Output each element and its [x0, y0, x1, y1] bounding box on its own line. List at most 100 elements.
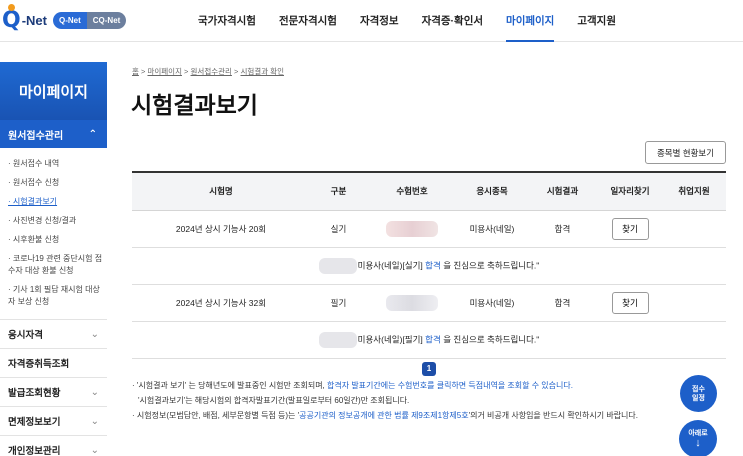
- note-2: '시험결과보기'는 해당시험의 합격자발표기간(발표일로부터 60일간)만 조회…: [138, 396, 410, 405]
- exam-number-redacted[interactable]: [386, 220, 438, 237]
- breadcrumb-home[interactable]: 홈: [132, 67, 139, 76]
- sidebar-item-application-apply[interactable]: · 원서접수 신청: [8, 177, 103, 189]
- congrats-text: 을 진심으로 축하드립니다.": [443, 333, 540, 344]
- employment-support-cell: [662, 284, 726, 322]
- job-search-button[interactable]: 찾기: [611, 291, 649, 314]
- sidebar-menu-personal-info[interactable]: 개인정보관리 ⌄: [0, 435, 107, 456]
- results-table: 시험명 구분 수험번호 응시종목 시험결과 일자리찾기 취업지원 2024년 상…: [132, 171, 726, 359]
- sidebar-menu-acquisition[interactable]: 자격증취득조회: [0, 348, 107, 377]
- sidebar-item-application-history[interactable]: · 원서접수 내역: [8, 158, 103, 170]
- nav-support[interactable]: 고객지원: [577, 0, 616, 42]
- nav-certificate[interactable]: 자격증·확인서: [422, 0, 483, 42]
- sidebar-item-retest-compensation[interactable]: · 기사 1회 필답 재시험 대상자 보상 신청: [8, 284, 103, 308]
- nav-qualification-info[interactable]: 자격정보: [360, 0, 399, 42]
- col-employment-support: 취업지원: [662, 172, 726, 211]
- page-title: 시험결과보기: [131, 92, 258, 118]
- col-exam-name: 시험명: [132, 172, 310, 211]
- note-1-highlight: 합격자 발표기간에는 수험번호를 클릭하면 득점내역을 조회할 수 있습니다.: [327, 381, 573, 390]
- breadcrumb-sep: >: [231, 67, 241, 76]
- congrats-text: 을 진심으로 축하드립니다.": [443, 259, 540, 270]
- arrow-down-icon: ↓: [695, 437, 701, 449]
- site-header: Q -Net Q-Net CQ-Net 국가자격시험 전문자격시험 자격정보 자…: [0, 0, 743, 42]
- note-3-text: · 시험정보(모범답안, 배점, 세부문항별 득점 등)는 ': [132, 411, 300, 420]
- nav-professional-exam[interactable]: 전문자격시험: [279, 0, 337, 42]
- breadcrumb-mypage[interactable]: 마이페이지: [147, 67, 182, 76]
- col-result: 시험결과: [527, 172, 598, 211]
- name-redacted: [318, 257, 357, 274]
- notes: · '시험결과 보기' 는 당해년도에 발표중인 시험만 조회되며, 합격자 발…: [132, 380, 712, 425]
- note-3-law: 공공기관의 정보공개에 관한 법률 제9조제1항제5호: [299, 411, 469, 420]
- table-header-row: 시험명 구분 수험번호 응시종목 시험결과 일자리찾기 취업지원: [132, 172, 726, 211]
- chevron-down-icon: ⌄: [90, 415, 99, 427]
- exam-name: 2024년 상시 기능사 20회: [132, 210, 310, 248]
- schedule-label-1: 접수: [692, 385, 705, 393]
- exam-number-cell: [367, 210, 457, 248]
- exam-schedule-button[interactable]: 접수 일정: [680, 375, 717, 412]
- chevron-down-icon: ⌄: [90, 386, 99, 398]
- cqnet-pill[interactable]: CQ-Net: [86, 11, 127, 29]
- exam-subject: 미용사(네일): [457, 210, 527, 248]
- congrats-subject: 미용사(네일)[필기]: [357, 333, 423, 344]
- sidebar-menu-label: 개인정보관리: [8, 446, 61, 456]
- exam-name: 2024년 상시 기능사 32회: [132, 284, 310, 322]
- logo-net-text: -Net: [21, 12, 47, 28]
- sidebar-menu-label: 응시자격: [8, 330, 43, 341]
- job-search-cell: 찾기: [598, 284, 662, 322]
- breadcrumb-result[interactable]: 시험결과 확인: [241, 67, 284, 76]
- sidebar-item-refund[interactable]: · 시후환불 신청: [8, 234, 103, 246]
- sidebar-item-covid-refund[interactable]: · 코로나19 관련 중단시험 접수자 대상 환불 신청: [8, 253, 103, 277]
- qnet-logo[interactable]: Q -Net Q-Net CQ-Net: [2, 3, 127, 34]
- note-3: · 시험정보(모범답안, 배점, 세부문항별 득점 등)는 '공공기관의 정보공…: [132, 410, 712, 422]
- sidebar-menu-label: 면제정보보기: [8, 417, 61, 428]
- congrats-message: 미용사(네일)[실기] 합격 을 진심으로 축하드립니다.": [132, 247, 726, 285]
- sidebar: 마이페이지 원서접수관리 ⌃ · 원서접수 내역 · 원서접수 신청 · 시험결…: [0, 62, 107, 456]
- pagination-page-1[interactable]: 1: [422, 362, 436, 376]
- table-row: 2024년 상시 기능사 32회 필기 미용사(네일) 합격 찾기: [132, 284, 726, 322]
- exam-number-cell: [367, 284, 457, 322]
- congrats-pass: 합격: [425, 259, 441, 270]
- sidebar-menu-label: 발급조회현황: [8, 388, 61, 399]
- employment-support-cell: [662, 210, 726, 248]
- sidebar-item-exam-results[interactable]: · 시험결과보기: [8, 196, 103, 208]
- col-exam-number: 수험번호: [367, 172, 457, 211]
- chevron-down-icon: ⌄: [90, 444, 99, 456]
- sidebar-menu-exemption[interactable]: 면제정보보기 ⌄: [0, 406, 107, 435]
- main-nav: 국가자격시험 전문자격시험 자격정보 자격증·확인서 마이페이지 고객지원: [198, 0, 639, 42]
- congrats-pass: 합격: [425, 333, 441, 344]
- sidebar-category-label: 원서접수관리: [8, 130, 64, 142]
- note-1-text: · '시험결과 보기' 는 당해년도에 발표중인 시험만 조회되며,: [132, 381, 328, 390]
- nav-national-exam[interactable]: 국가자격시험: [198, 0, 256, 42]
- exam-result: 합격: [527, 210, 598, 248]
- col-job-search: 일자리찾기: [598, 172, 662, 211]
- exam-number-redacted[interactable]: [386, 294, 438, 311]
- sidebar-submenu: · 원서접수 내역 · 원서접수 신청 · 시험결과보기 · 사진변경 신청/결…: [0, 148, 107, 319]
- logo-pill: Q-Net CQ-Net: [52, 11, 127, 29]
- col-subject: 응시종목: [457, 172, 527, 211]
- col-type: 구분: [310, 172, 367, 211]
- logo-dot: [8, 3, 15, 11]
- sidebar-category-application[interactable]: 원서접수관리 ⌃: [0, 120, 107, 148]
- sidebar-menu-issuance[interactable]: 발급조회현황 ⌄: [0, 377, 107, 406]
- table-row: 2024년 상시 기능사 20회 실기 미용사(네일) 합격 찾기: [132, 210, 726, 248]
- qnet-pill[interactable]: Q-Net: [52, 11, 87, 29]
- congrats-message: 미용사(네일)[필기] 합격 을 진심으로 축하드립니다.": [132, 321, 726, 359]
- breadcrumb-application[interactable]: 원서접수관리: [191, 67, 232, 76]
- exam-type: 필기: [310, 284, 367, 322]
- nav-mypage[interactable]: 마이페이지: [506, 2, 555, 42]
- sidebar-menu-label: 자격증취득조회: [8, 359, 70, 370]
- logo-q-letter: Q: [2, 7, 21, 33]
- exam-type: 실기: [310, 210, 367, 248]
- chevron-down-icon: ⌄: [90, 328, 99, 340]
- sidebar-item-photo-change[interactable]: · 사진변경 신청/결과: [8, 215, 103, 227]
- logo-q: Q: [2, 3, 21, 33]
- breadcrumb-sep: >: [181, 67, 191, 76]
- sidebar-menu-eligibility[interactable]: 응시자격 ⌄: [0, 319, 107, 348]
- scroll-down-button[interactable]: 아래로 ↓: [679, 420, 717, 456]
- job-search-cell: 찾기: [598, 210, 662, 248]
- congrats-subject: 미용사(네일)[실기]: [357, 259, 423, 270]
- congrats-row: 미용사(네일)[필기] 합격 을 진심으로 축하드립니다.": [132, 321, 726, 359]
- job-search-button[interactable]: 찾기: [611, 217, 649, 240]
- sidebar-title: 마이페이지: [0, 62, 107, 120]
- subject-status-button[interactable]: 종목별 현황보기: [645, 141, 726, 164]
- exam-subject: 미용사(네일): [457, 284, 527, 322]
